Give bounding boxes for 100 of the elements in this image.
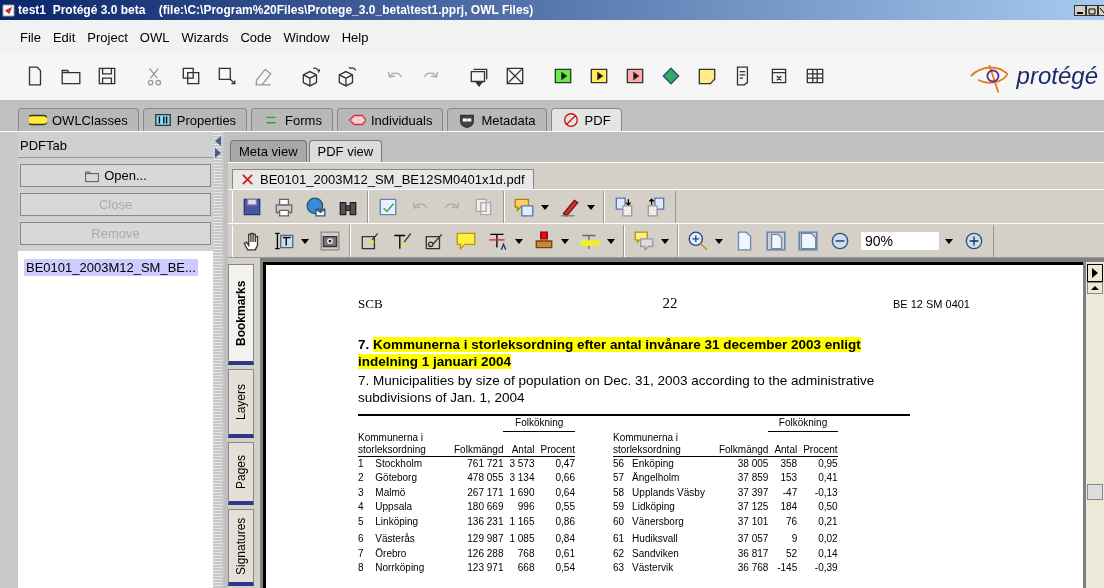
table-cell: -145 bbox=[777, 562, 798, 573]
table-cell: 358 bbox=[780, 457, 798, 469]
table-cell: 36 817 bbox=[737, 547, 769, 559]
table-cell: 1 085 bbox=[509, 533, 535, 544]
table-cell: Lidköping bbox=[632, 501, 675, 512]
table-cell: 1 690 bbox=[509, 486, 535, 498]
file-list-item[interactable]: BE0101_2003M12_SM_BE... bbox=[24, 259, 198, 276]
table-cell: 37 859 bbox=[737, 472, 769, 483]
table-cell: 56 bbox=[612, 457, 625, 469]
column-header: Folkmängd bbox=[718, 443, 769, 455]
table-cell: 37 057 bbox=[737, 533, 769, 544]
table-cell: 180 669 bbox=[467, 501, 504, 512]
menu-item[interactable]: Code bbox=[234, 30, 278, 50]
table-cell: 0,14 bbox=[818, 547, 838, 559]
table-cell: 996 bbox=[517, 501, 535, 512]
panel-button[interactable]: Open... bbox=[20, 164, 211, 187]
page-number: 22 bbox=[662, 295, 678, 312]
column-group-header: Folkökning bbox=[778, 417, 828, 429]
column-group-header: Folkökning bbox=[515, 417, 564, 429]
column-header: Antal bbox=[511, 443, 535, 455]
table-cell: 4 bbox=[358, 501, 364, 512]
table-cell: 0,41 bbox=[818, 472, 838, 483]
menu-item[interactable]: Edit bbox=[46, 30, 82, 50]
column-header: Procent bbox=[540, 443, 575, 455]
table-cell: 62 bbox=[612, 547, 625, 559]
column-header: Procent bbox=[803, 443, 838, 455]
table-cell: 761 721 bbox=[467, 457, 504, 469]
table-cell: 57 bbox=[612, 472, 625, 483]
table-cell: 0,61 bbox=[555, 547, 575, 559]
table-cell: 2 bbox=[358, 472, 364, 483]
column-header: Kommunerna i storleksordning bbox=[358, 431, 427, 456]
window-title: test1 Protégé 3.0 beta (file:\C:\Program%20Files\Protege_3.0_beta\test1.pprj, OWL Files) bbox=[18, 3, 534, 17]
page-header: SCB bbox=[358, 296, 383, 312]
table-cell: 37 397 bbox=[737, 486, 769, 498]
table-cell: Hudiksvall bbox=[632, 533, 678, 544]
document-tab-label: BE0101_2003M12_SM_BE12SM0401x1d.pdf bbox=[260, 172, 525, 187]
table-cell: 5 bbox=[358, 515, 364, 527]
table-cell: 136 231 bbox=[467, 515, 504, 527]
table-cell: 0,84 bbox=[555, 533, 575, 544]
table-cell: Ängelholm bbox=[632, 472, 680, 483]
table-cell: 768 bbox=[517, 547, 535, 559]
tab[interactable]: PDF bbox=[550, 108, 622, 131]
menu-item[interactable]: Help bbox=[335, 30, 375, 50]
side-tab[interactable]: Layers bbox=[228, 369, 254, 438]
table-cell: Sandviken bbox=[632, 547, 679, 559]
menu-item[interactable]: Wizards bbox=[175, 30, 235, 50]
table-cell: 7 bbox=[358, 547, 364, 559]
menu-item[interactable]: Window bbox=[277, 30, 336, 50]
logo-text: protégé bbox=[1016, 62, 1098, 90]
table-cell: 6 bbox=[358, 533, 364, 544]
menu-item[interactable]: Project bbox=[81, 30, 134, 50]
zoom-field[interactable]: 90% bbox=[861, 232, 939, 250]
table-cell: 3 573 bbox=[509, 457, 535, 469]
table-cell: 38 005 bbox=[737, 457, 769, 469]
tab[interactable]: Individuals bbox=[336, 108, 444, 131]
tab[interactable]: Meta view bbox=[230, 140, 307, 162]
table-cell: Västerås bbox=[375, 533, 415, 544]
table-cell: 153 bbox=[780, 472, 798, 483]
table-cell: 1 165 bbox=[509, 515, 535, 527]
tab[interactable]: Forms bbox=[251, 108, 333, 131]
side-tab[interactable]: Bookmarks bbox=[228, 264, 254, 365]
table-cell: -47 bbox=[782, 486, 798, 498]
column-header: Folkmängd bbox=[454, 443, 504, 455]
table-cell: 478 055 bbox=[467, 472, 504, 483]
table-cell: 1 bbox=[358, 457, 364, 469]
table-cell: 58 bbox=[612, 486, 625, 498]
tab[interactable]: PDF view bbox=[308, 140, 383, 162]
table-cell: 267 171 bbox=[467, 486, 504, 498]
tab[interactable]: OWLClasses bbox=[18, 108, 139, 131]
table-cell: 0,02 bbox=[818, 533, 838, 544]
table-cell: Uppsala bbox=[375, 501, 412, 512]
table-cell: 0,54 bbox=[555, 562, 575, 573]
column-header: Kommunerna i storleksordning bbox=[612, 431, 682, 456]
tab[interactable]: Metadata bbox=[447, 108, 547, 131]
menu-item[interactable]: File bbox=[14, 30, 47, 50]
table-cell: 129 987 bbox=[467, 533, 504, 544]
table-subtitle: 7. Municipalities by size of population on Dec. 31, 2003 according to the administrative subdivisions of Jan. 1, 2004 bbox=[358, 372, 876, 406]
page-header: BE 12 SM 0401 bbox=[892, 298, 970, 310]
table-cell: 36 768 bbox=[737, 562, 769, 573]
table-cell: 52 bbox=[786, 547, 798, 559]
table-cell: 0,55 bbox=[555, 501, 575, 512]
table-cell: 668 bbox=[517, 562, 535, 573]
table-cell: 3 134 bbox=[509, 472, 535, 483]
table-cell: Norrköping bbox=[375, 562, 425, 573]
side-tab[interactable]: Signatures bbox=[228, 509, 254, 586]
table-cell: Enköping bbox=[632, 457, 674, 469]
table-cell: 126 288 bbox=[467, 547, 504, 559]
table-cell: 63 bbox=[612, 562, 625, 573]
side-tab[interactable]: Pages bbox=[228, 442, 254, 505]
document-tab[interactable]: BE0101_2003M12_SM_BE12SM0401x1d.pdf bbox=[232, 169, 534, 189]
table-cell: Linköping bbox=[375, 515, 419, 527]
table-cell: Västervik bbox=[632, 562, 674, 573]
table-cell: -0,13 bbox=[814, 486, 838, 498]
tab[interactable]: Properties bbox=[142, 108, 248, 131]
menu-item[interactable]: OWL bbox=[133, 30, 176, 50]
table-cell: 0,47 bbox=[555, 457, 575, 469]
table-cell: Stockholm bbox=[375, 457, 422, 469]
table-cell: 37 101 bbox=[737, 515, 769, 527]
table-cell: Vänersborg bbox=[632, 515, 684, 527]
table-cell: Upplands Väsby bbox=[632, 486, 705, 498]
